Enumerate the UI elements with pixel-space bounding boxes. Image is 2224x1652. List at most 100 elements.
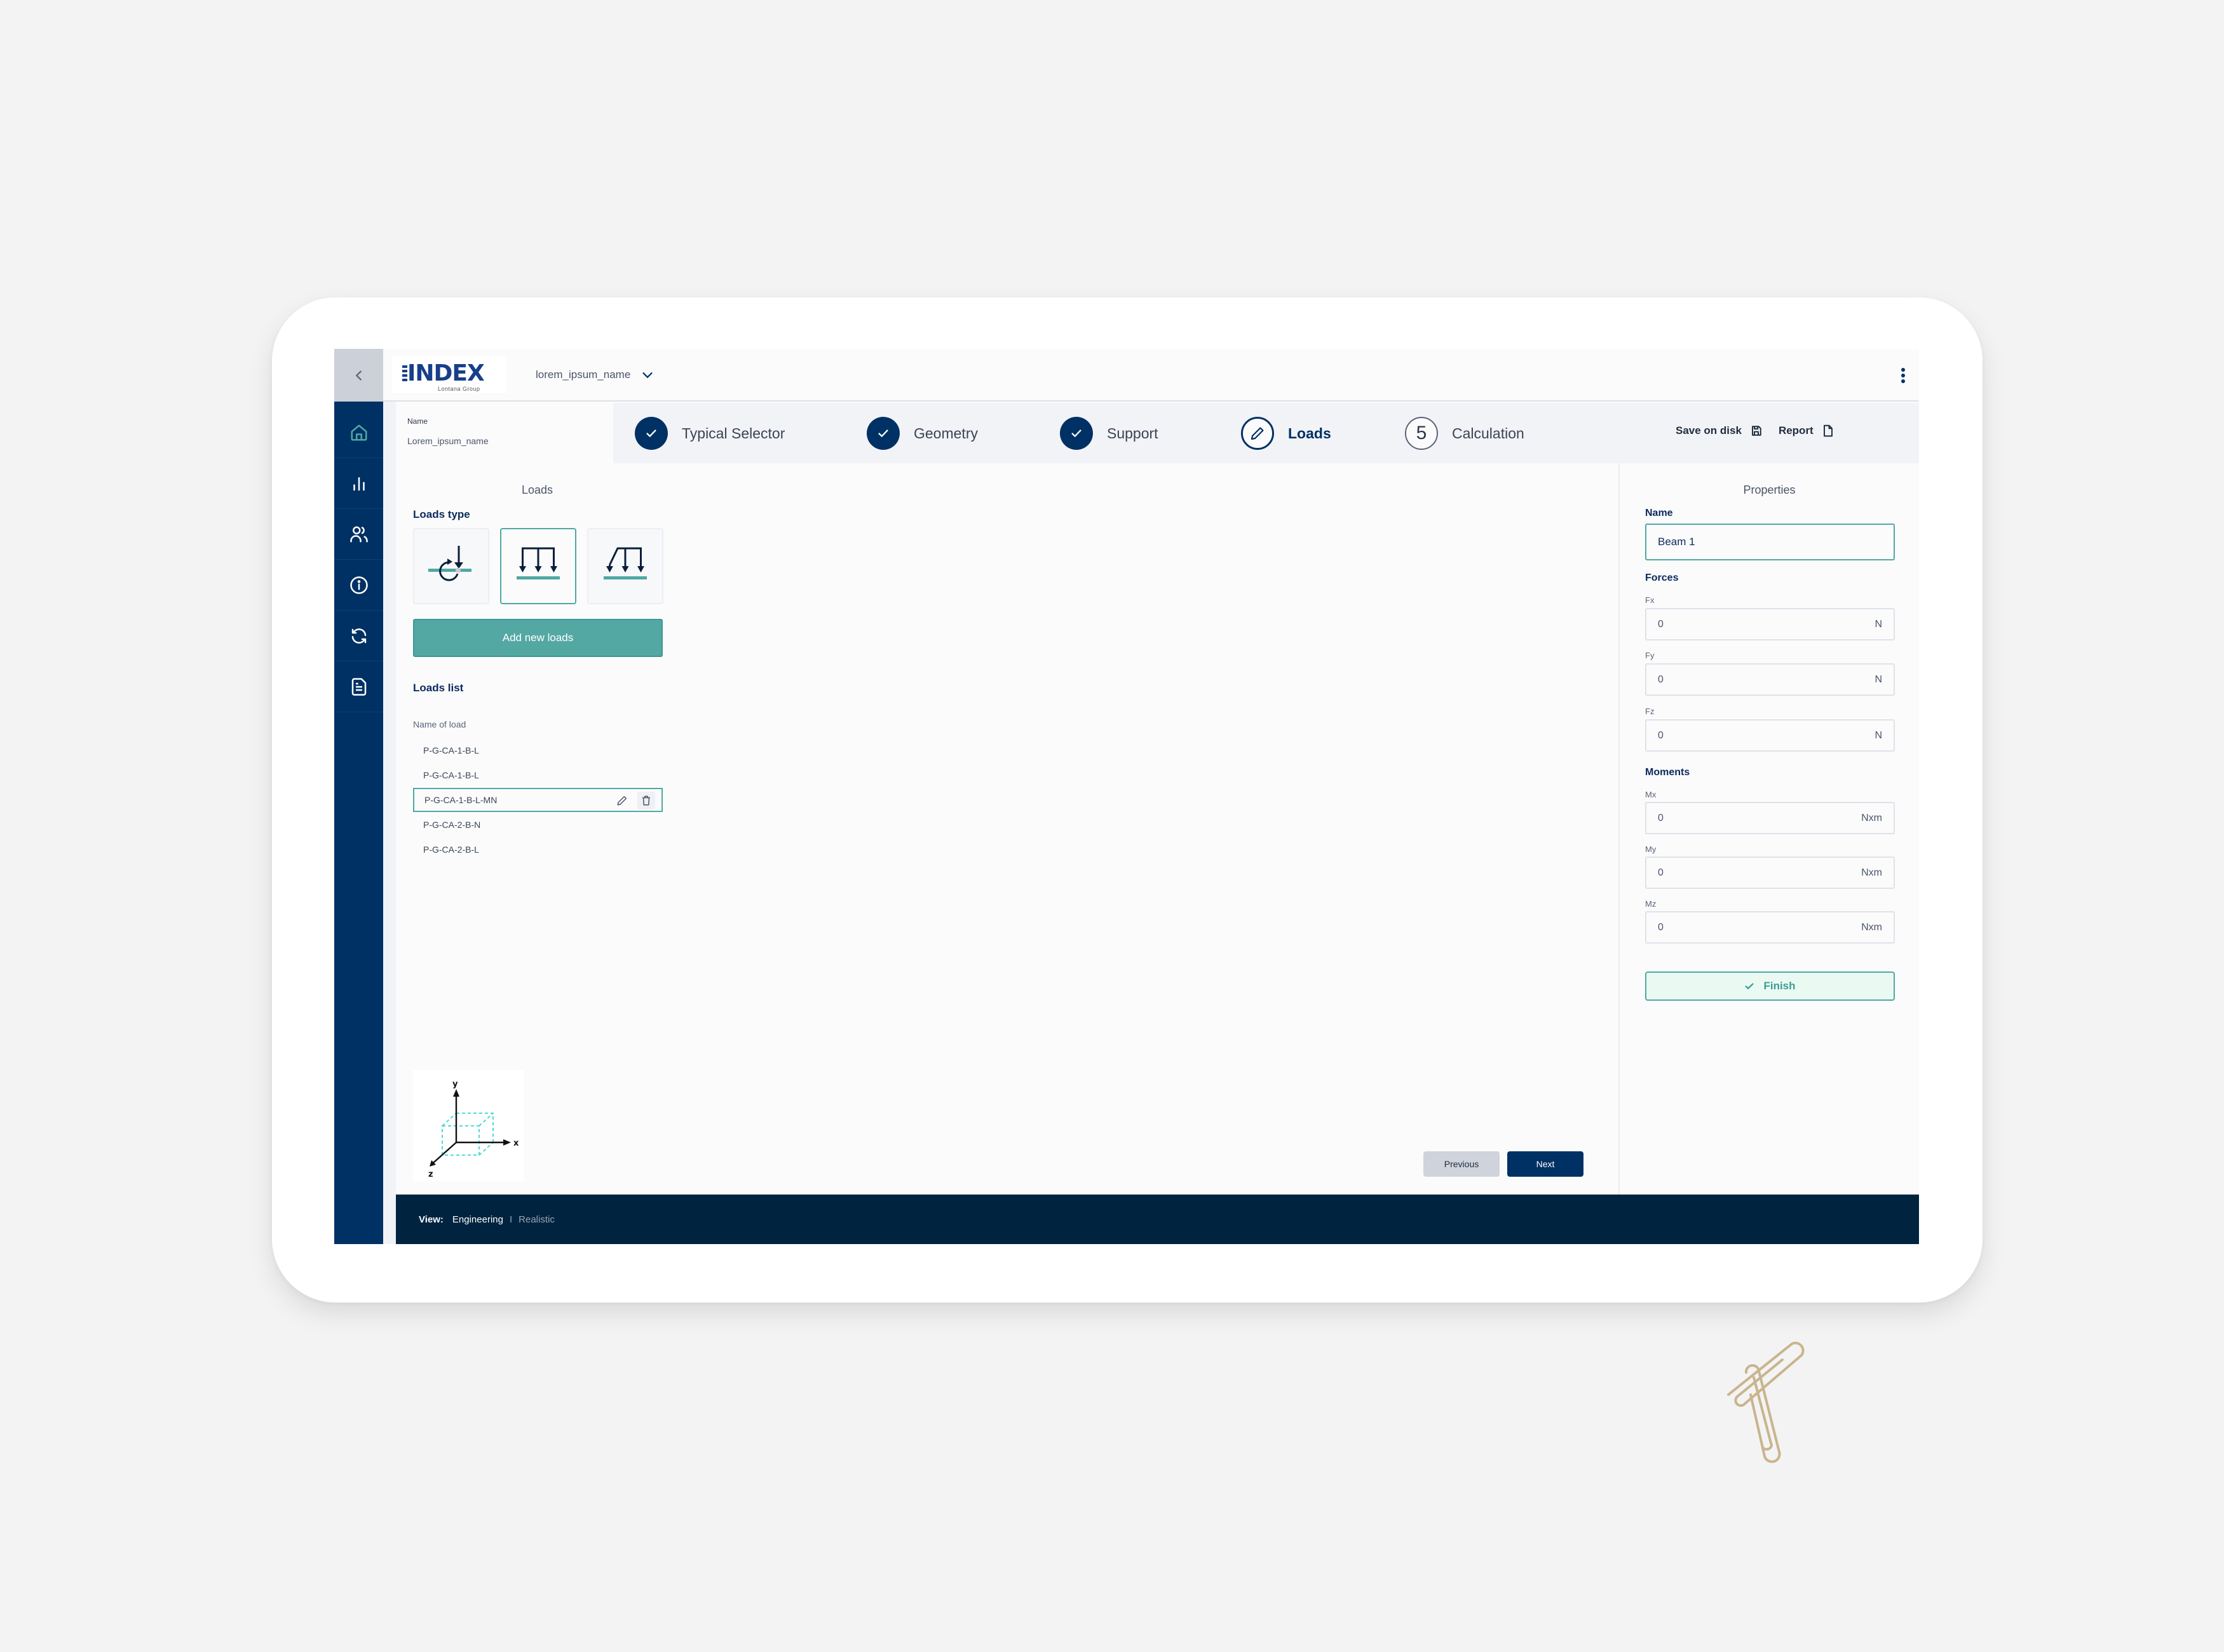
step-number-badge: 5 <box>1405 417 1438 450</box>
refresh-icon <box>351 628 366 644</box>
beam-name-value: Beam 1 <box>1658 536 1695 548</box>
fy-value: 0 <box>1658 674 1664 685</box>
step-label: Support <box>1107 424 1158 442</box>
project-name-label: Name <box>407 417 428 426</box>
mz-input[interactable]: 0 Nxm <box>1645 911 1895 944</box>
step-label: Typical Selector <box>682 424 785 442</box>
step-typical-selector[interactable]: Typical Selector <box>635 417 785 450</box>
fz-unit: N <box>1875 729 1882 741</box>
axis-label-x: x <box>513 1139 519 1148</box>
axis-orientation-widget: y x z <box>413 1070 524 1181</box>
chevron-down-icon <box>642 372 653 379</box>
load-list-item[interactable]: P-G-CA-1-B-L <box>413 738 663 762</box>
loads-list-column-header: Name of load <box>413 719 466 729</box>
load-name: P-G-CA-1-B-L <box>423 770 479 780</box>
delete-load-button[interactable] <box>637 792 655 809</box>
pencil-icon <box>617 796 627 806</box>
more-options-button[interactable] <box>1897 365 1909 386</box>
add-new-loads-button[interactable]: Add new loads <box>413 619 663 657</box>
mz-label: Mz <box>1645 899 1657 909</box>
step-loads[interactable]: Loads <box>1241 417 1331 450</box>
load-name: P-G-CA-2-B-L <box>423 844 479 855</box>
mx-label: Mx <box>1645 790 1657 799</box>
finish-button[interactable]: Finish <box>1645 972 1895 1001</box>
finish-label: Finish <box>1763 980 1796 992</box>
name-field-label: Name <box>1645 508 1673 518</box>
project-select[interactable]: lorem_ipsum_name <box>536 365 654 384</box>
report-label: Report <box>1778 424 1814 437</box>
load-list-item[interactable]: P-G-CA-1-B-L <box>413 763 663 787</box>
logo-text: INDEX <box>407 360 485 386</box>
fx-unit: N <box>1875 618 1882 630</box>
view-option-realistic[interactable]: Realistic <box>519 1214 555 1225</box>
project-name-box: Name Lorem_ipsum_name <box>396 403 613 463</box>
mx-input[interactable]: 0 Nxm <box>1645 802 1895 834</box>
my-input[interactable]: 0 Nxm <box>1645 856 1895 889</box>
next-button[interactable]: Next <box>1507 1151 1583 1177</box>
users-icon <box>349 526 368 542</box>
trash-icon <box>642 796 650 806</box>
info-icon <box>349 576 368 594</box>
check-icon <box>1745 983 1754 989</box>
load-list-item[interactable]: P-G-CA-2-B-L <box>413 837 663 862</box>
point-load-moment-icon <box>428 546 471 581</box>
logo[interactable]: INDEX Lontana Group <box>392 356 506 393</box>
document-icon <box>1823 424 1833 437</box>
properties-panel: Properties Name Beam 1 Forces Fx 0 N Fy … <box>1618 463 1919 1195</box>
fz-input[interactable]: 0 N <box>1645 719 1895 752</box>
app-screen: INDEX Lontana Group lorem_ipsum_name nes… <box>334 349 1919 1244</box>
beam-name-input[interactable]: Beam 1 <box>1645 524 1895 560</box>
forces-heading: Forces <box>1645 572 1679 583</box>
pencil-icon <box>1251 427 1264 440</box>
step-calculation[interactable]: 5 Calculation <box>1405 417 1524 450</box>
step-done-badge <box>1060 417 1093 450</box>
home-icon <box>351 424 367 440</box>
axis-label-y: y <box>452 1080 458 1089</box>
step-support[interactable]: Support <box>1060 417 1158 450</box>
view-label: View: <box>419 1214 444 1225</box>
uniform-load-icon <box>517 547 560 579</box>
fy-input[interactable]: 0 N <box>1645 663 1895 696</box>
load-list-item[interactable]: P-G-CA-2-B-N <box>413 813 663 837</box>
load-type-trapezoidal[interactable] <box>587 528 663 604</box>
sidebar-item-documents[interactable] <box>334 661 383 712</box>
xyz-axes-icon: y x z <box>428 1080 519 1179</box>
step-label: Geometry <box>914 424 978 442</box>
step-geometry[interactable]: Geometry <box>867 417 978 450</box>
mz-unit: Nxm <box>1861 921 1882 933</box>
report-button[interactable]: Report <box>1779 424 1834 437</box>
check-icon <box>646 430 656 437</box>
paperclip-decoration <box>1727 1341 1805 1463</box>
mx-unit: Nxm <box>1861 812 1882 823</box>
save-on-disk-button[interactable]: Save on disk <box>1676 424 1762 437</box>
step-done-badge <box>635 417 668 450</box>
chevron-left-icon <box>355 370 362 381</box>
sidebar-collapse-button[interactable] <box>334 349 383 402</box>
project-name: lorem_ipsum_name <box>536 369 631 381</box>
fy-unit: N <box>1875 674 1882 685</box>
load-list-item-selected[interactable]: P-G-CA-1-B-L-MN <box>413 788 663 812</box>
load-type-point-moment[interactable] <box>413 528 489 604</box>
fx-input[interactable]: 0 N <box>1645 608 1895 640</box>
edit-load-button[interactable] <box>613 792 631 809</box>
sidebar-item-statistics[interactable] <box>334 458 383 509</box>
my-value: 0 <box>1658 867 1664 878</box>
kebab-dot-icon <box>1901 368 1905 372</box>
floppy-disk-icon <box>1751 426 1761 436</box>
fz-value: 0 <box>1658 729 1664 741</box>
row-actions <box>613 792 655 809</box>
fz-label: Fz <box>1645 707 1655 716</box>
load-type-uniform[interactable] <box>500 528 576 604</box>
sidebar-item-users[interactable] <box>334 509 383 560</box>
loads-panel-title: Loads <box>522 484 553 496</box>
axis-label-z: z <box>428 1170 433 1179</box>
view-mode-footer: View: Engineering I Realistic <box>396 1195 1919 1244</box>
sidebar-item-home[interactable] <box>334 407 383 458</box>
sidebar-item-info[interactable] <box>334 560 383 611</box>
properties-title: Properties <box>1743 484 1796 496</box>
previous-button[interactable]: Previous <box>1423 1151 1500 1177</box>
loads-list-heading: Loads list <box>413 682 464 694</box>
sidebar-item-sync[interactable] <box>334 611 383 661</box>
check-icon <box>1071 430 1081 437</box>
view-option-engineering[interactable]: Engineering <box>452 1214 503 1225</box>
